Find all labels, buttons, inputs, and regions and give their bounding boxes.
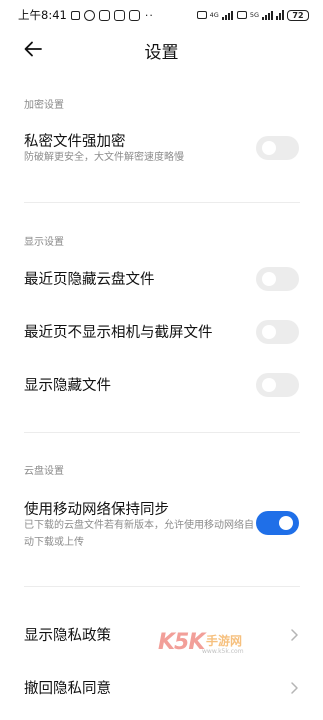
divider bbox=[24, 202, 300, 203]
setting-row-show-hidden-files[interactable]: 显示隐藏文件 bbox=[0, 368, 323, 404]
setting-title: 显示隐私政策 bbox=[24, 628, 111, 644]
mute-icon bbox=[70, 10, 80, 20]
setting-title: 使用移动网络保持同步 bbox=[24, 502, 169, 518]
divider bbox=[24, 432, 300, 433]
setting-title: 最近页隐藏云盘文件 bbox=[24, 272, 155, 288]
app-notification-icon bbox=[113, 9, 125, 21]
network-type-right: 5G bbox=[249, 10, 259, 19]
app-notification-icon-2 bbox=[128, 9, 140, 21]
hide-cloud-files-toggle[interactable] bbox=[256, 267, 299, 291]
setting-title: 撤回隐私同意 bbox=[24, 681, 111, 697]
toggle-knob bbox=[262, 141, 276, 155]
signal-icon-2 bbox=[262, 10, 273, 20]
network-type-left: 4G bbox=[209, 10, 219, 19]
alarm-icon bbox=[83, 9, 95, 21]
divider bbox=[24, 586, 300, 587]
setting-title: 最近页不显示相机与截屏文件 bbox=[24, 325, 213, 341]
setting-row-hide-cloud-files[interactable]: 最近页隐藏云盘文件 bbox=[0, 262, 323, 298]
status-right: 4G 5G 72 bbox=[196, 9, 309, 21]
setting-description: 防破解更安全，大文件解密速度略慢 bbox=[24, 152, 184, 163]
message-icon bbox=[98, 9, 110, 21]
setting-row-mobile-sync[interactable]: 使用移动网络保持同步 已下载的云盘文件若有新版本，允许使用移动网络自动下载或上传 bbox=[0, 490, 323, 566]
strong-encryption-toggle[interactable] bbox=[256, 136, 299, 160]
setting-title: 私密文件强加密 bbox=[24, 134, 126, 150]
toggle-knob bbox=[262, 378, 276, 392]
setting-row-privacy-policy[interactable]: 显示隐私政策 bbox=[0, 618, 323, 654]
page-title: 设置 bbox=[144, 43, 179, 63]
setting-row-hide-camera-screenshots[interactable]: 最近页不显示相机与截屏文件 bbox=[0, 315, 323, 351]
section-label-display: 显示设置 bbox=[24, 237, 64, 248]
top-bar: 设置 bbox=[0, 30, 323, 70]
setting-row-strong-encryption[interactable]: 私密文件强加密 防破解更安全，大文件解密速度略慢 bbox=[0, 122, 323, 178]
battery-icon: 72 bbox=[287, 9, 309, 21]
signal-icon bbox=[221, 10, 233, 20]
hd-icon bbox=[196, 11, 207, 19]
status-time: 上午8:41 bbox=[18, 8, 67, 22]
section-label-encryption: 加密设置 bbox=[24, 100, 64, 111]
setting-row-revoke-privacy-consent[interactable]: 撤回隐私同意 bbox=[0, 671, 323, 707]
toggle-knob bbox=[262, 272, 276, 286]
section-label-cloud: 云盘设置 bbox=[24, 466, 64, 477]
chevron-right-icon bbox=[291, 629, 298, 641]
more-notifications-icon: ·· bbox=[144, 8, 154, 22]
hd-icon-2 bbox=[236, 11, 247, 19]
show-hidden-files-toggle[interactable] bbox=[256, 373, 299, 397]
settings-page: 设置 加密设置 私密文件强加密 防破解更安全，大文件解密速度略慢 显示设置 最近… bbox=[0, 30, 323, 720]
setting-title: 显示隐藏文件 bbox=[24, 378, 111, 394]
chevron-right-icon bbox=[291, 682, 298, 694]
toggle-knob bbox=[262, 325, 276, 339]
setting-description: 已下载的云盘文件若有新版本，允许使用移动网络自动下载或上传 bbox=[24, 520, 254, 548]
status-left: 上午8:41 ·· bbox=[18, 7, 154, 23]
hide-camera-screenshots-toggle[interactable] bbox=[256, 320, 299, 344]
toggle-knob bbox=[279, 516, 293, 530]
mobile-sync-toggle[interactable] bbox=[256, 511, 299, 535]
wifi-icon bbox=[276, 10, 284, 20]
status-bar: 上午8:41 ·· 4G 5G 72 bbox=[0, 0, 323, 30]
